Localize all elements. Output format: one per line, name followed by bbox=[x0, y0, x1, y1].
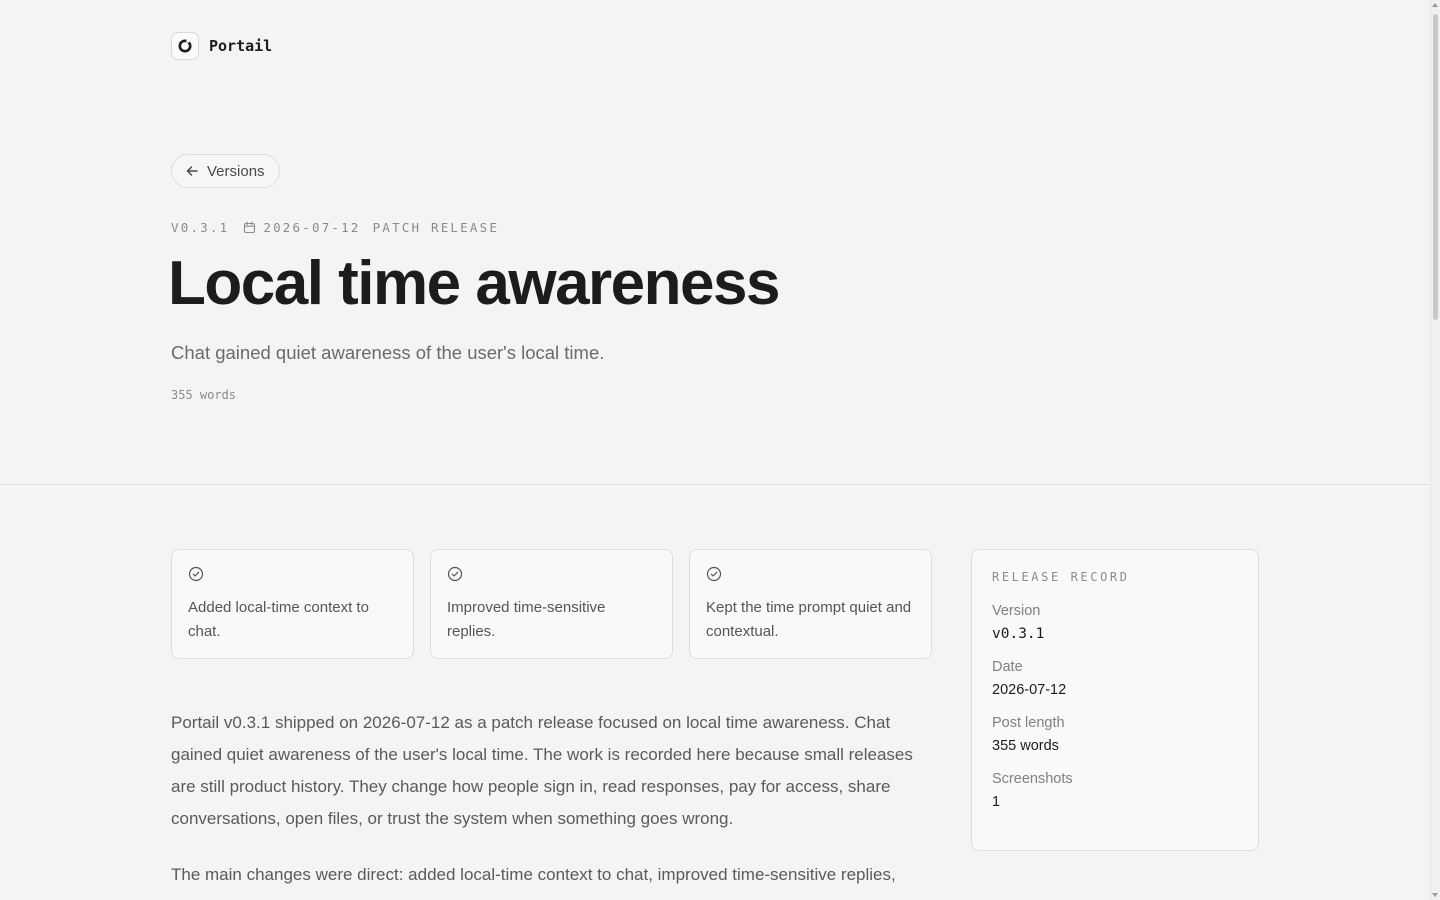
page-title: Local time awareness bbox=[168, 249, 780, 318]
record-field-version: Version v0.3.1 bbox=[992, 601, 1238, 644]
record-field-screenshots: Screenshots 1 bbox=[992, 769, 1238, 812]
body-paragraph: The main changes were direct: added loca… bbox=[171, 865, 896, 884]
back-label: Versions bbox=[207, 162, 265, 180]
highlights: Added local-time context to chat. Improv… bbox=[171, 549, 932, 659]
highlight-text: Improved time-sensitive replies. bbox=[447, 599, 606, 640]
release-date-text: 2026-07-12 bbox=[263, 220, 361, 235]
highlight-text: Kept the time prompt quiet and contextua… bbox=[706, 599, 912, 640]
section-divider bbox=[0, 484, 1430, 485]
word-count: 355 words bbox=[171, 388, 237, 402]
record-field-post-length: Post length 355 words bbox=[992, 713, 1238, 756]
record-value: 355 words bbox=[992, 738, 1059, 754]
check-circle-icon bbox=[706, 566, 722, 582]
release-date: 2026-07-12 bbox=[243, 220, 360, 235]
highlight-card: Kept the time prompt quiet and contextua… bbox=[689, 549, 932, 659]
body-paragraph: Portail v0.3.1 shipped on 2026-07-12 as … bbox=[171, 713, 913, 828]
scroll-thumb[interactable] bbox=[1433, 14, 1438, 320]
release-record-title: RELEASE RECORD bbox=[992, 570, 1130, 584]
scroll-up-icon[interactable] bbox=[1432, 3, 1438, 7]
release-meta: V0.3.1 2026-07-12 PATCH RELEASE bbox=[171, 220, 499, 235]
record-label: Screenshots bbox=[992, 771, 1073, 787]
record-value: v0.3.1 bbox=[992, 626, 1045, 642]
highlight-card: Improved time-sensitive replies. bbox=[430, 549, 673, 659]
record-field-date: Date 2026-07-12 bbox=[992, 657, 1238, 700]
portail-logo-icon bbox=[171, 32, 199, 60]
record-value: 1 bbox=[992, 794, 1001, 810]
brand-name: Portail bbox=[209, 37, 273, 55]
scroll-down-icon[interactable] bbox=[1432, 893, 1438, 897]
page-scrollbar[interactable] bbox=[1430, 0, 1440, 900]
release-record: RELEASE RECORD Version v0.3.1 Date 2026-… bbox=[971, 549, 1259, 851]
calendar-icon bbox=[244, 221, 256, 234]
check-circle-icon bbox=[188, 566, 204, 582]
record-label: Date bbox=[992, 659, 1023, 675]
record-label: Version bbox=[992, 603, 1041, 619]
check-circle-icon bbox=[447, 566, 463, 582]
page-subtitle: Chat gained quiet awareness of the user'… bbox=[171, 342, 605, 363]
highlight-card: Added local-time context to chat. bbox=[171, 549, 414, 659]
back-to-versions-button[interactable]: Versions bbox=[171, 154, 280, 188]
release-type: PATCH RELEASE bbox=[372, 220, 500, 235]
release-body: Portail v0.3.1 shipped on 2026-07-12 as … bbox=[171, 707, 931, 900]
brand[interactable]: Portail bbox=[171, 32, 272, 60]
record-label: Post length bbox=[992, 715, 1065, 731]
release-version: V0.3.1 bbox=[171, 220, 230, 235]
arrow-left-icon bbox=[186, 166, 198, 176]
highlight-text: Added local-time context to chat. bbox=[188, 599, 369, 640]
record-value: 2026-07-12 bbox=[992, 682, 1067, 698]
